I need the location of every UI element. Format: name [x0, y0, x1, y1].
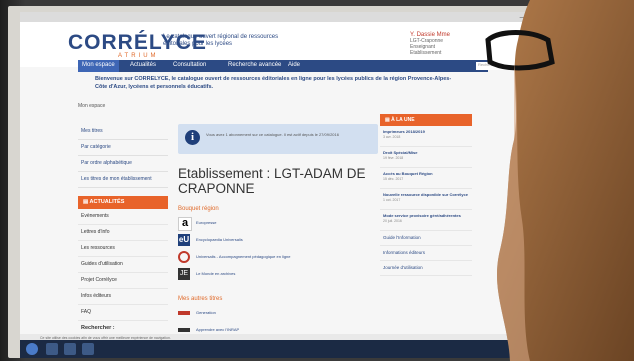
sidebar-search-label: Rechercher : — [81, 325, 115, 331]
news-title[interactable]: Nouvelle ressource disponible sur Corrél… — [383, 189, 472, 197]
nav-mon-espace[interactable]: Mon espace — [78, 60, 119, 72]
start-button-icon[interactable] — [26, 343, 38, 355]
resource-label[interactable]: Apprendre avec l'INRAP — [196, 327, 239, 332]
inrap-icon — [178, 328, 190, 332]
resource-item[interactable]: Generation — [178, 307, 378, 321]
sidebar-section-actualites: ▤ ACTUALITÉS — [78, 196, 168, 209]
site-tagline: Le catalogue ouvert régional de ressourc… — [163, 34, 279, 47]
resource-label[interactable]: Le Monde en archives — [196, 271, 235, 276]
main-nav: Mon espace Actualités Consultation Reche… — [78, 60, 538, 72]
sidebar-item-projet[interactable]: Projet Corrélyce — [78, 273, 168, 289]
resource-label[interactable]: Encyclopaedia Universalis — [196, 237, 243, 242]
sidebar-item-editeurs[interactable]: Infos éditeurs — [78, 289, 168, 305]
news-title[interactable]: Mode service provisoire géré/adhérentes — [383, 210, 472, 218]
right-link[interactable]: Guide l'Information — [380, 231, 472, 246]
resource-label[interactable]: Universalis - Accompagnement pédagogique… — [196, 254, 291, 259]
news-date: 15 déc. 2017 — [383, 177, 404, 181]
resource-item[interactable]: JE Le Monde en archives — [178, 268, 378, 282]
europresse-icon: a — [178, 217, 192, 231]
news-date: 20 juil. 2016 — [383, 219, 402, 223]
sidebar-item-lettres[interactable]: Lettres d'info — [78, 225, 168, 241]
news-item[interactable]: Nouvelle ressource disponible sur Corrél… — [380, 189, 472, 210]
le-monde-icon: JE — [178, 268, 190, 280]
nav-actualites[interactable]: Actualités — [130, 62, 156, 68]
resource-label[interactable]: Generation — [196, 310, 216, 315]
news-item[interactable]: Accès au Bouquet Région 15 déc. 2017 — [380, 168, 472, 189]
news-date: 1 oct. 2017 — [383, 198, 401, 202]
resource-item[interactable]: eU Encyclopaedia Universalis — [178, 234, 378, 248]
sidebar-item-alphabetique[interactable]: Par ordre alphabétique — [78, 156, 168, 172]
resource-item[interactable]: a Europresse — [178, 217, 378, 231]
sidebar-item-categorie[interactable]: Par catégorie — [78, 140, 168, 156]
breadcrumb[interactable]: Mon espace — [78, 103, 105, 109]
person-silhouette — [485, 0, 634, 361]
sidebar-item-evenements[interactable]: Evènements — [78, 209, 168, 225]
sidebar-item-mes-titres[interactable]: Mes titres — [78, 124, 168, 140]
news-item[interactable]: Mode service provisoire géré/adhérentes … — [380, 210, 472, 231]
right-link[interactable]: Informations éditeurs — [380, 246, 472, 261]
welcome-text: Bienvenue sur CORRELYCE, le catalogue ou… — [95, 76, 452, 90]
sidebar-item-faq[interactable]: FAQ — [78, 305, 168, 321]
bouquet-title: Bouquet région — [178, 206, 219, 212]
resource-label[interactable]: Europresse — [196, 220, 216, 225]
news-item[interactable]: Imprimeurs 2018/2019 3 avr. 2018 — [380, 126, 472, 147]
news-title[interactable]: Accès au Bouquet Région — [383, 168, 472, 176]
sidebar-item-etablissement[interactable]: Les titres de mon établissement — [78, 172, 168, 188]
a-la-une-header: ▤ À LA UNE — [380, 114, 472, 126]
nav-recherche-avancee[interactable]: Recherche avancée — [228, 62, 281, 68]
nav-consultation[interactable]: Consultation — [173, 62, 206, 68]
news-date: 3 avr. 2018 — [383, 135, 401, 139]
sidebar-item-ressources[interactable]: Les ressources — [78, 241, 168, 257]
right-column: ▤ À LA UNE Imprimeurs 2018/2019 3 avr. 2… — [380, 114, 472, 276]
right-link[interactable]: Journée d'utilisation — [380, 261, 472, 276]
news-title[interactable]: Imprimeurs 2018/2019 — [383, 126, 472, 134]
sidebar-item-guides[interactable]: Guides d'utilisation — [78, 257, 168, 273]
info-text: Vous avez 1 abonnement sur ce catalogue.… — [206, 132, 339, 137]
universalis-pedagogie-icon — [178, 251, 190, 263]
universalis-icon: eU — [178, 234, 190, 246]
sidebar-section-title: ACTUALITÉS — [89, 199, 125, 205]
page-title: Etablissement : LGT-ADAM DE CRAPONNE — [178, 166, 366, 196]
nav-aide[interactable]: Aide — [288, 62, 300, 68]
sidebar: Mes titres Par catégorie Par ordre alpha… — [78, 124, 168, 344]
site-logo-sub: ATRIUM — [118, 53, 159, 59]
info-icon: i — [185, 130, 200, 145]
taskbar-app-icon[interactable] — [82, 343, 94, 355]
taskbar-app-icon[interactable] — [46, 343, 58, 355]
news-item[interactable]: Droit Spécial/Mise 19 févr. 2018 — [380, 147, 472, 168]
content-area: Mes titres Par catégorie Par ordre alpha… — [78, 114, 488, 358]
news-title[interactable]: Droit Spécial/Mise — [383, 147, 472, 155]
news-date: 19 févr. 2018 — [383, 156, 404, 160]
generation-icon — [178, 311, 190, 315]
a-la-une-title: À LA UNE — [391, 117, 415, 123]
taskbar-app-icon[interactable] — [64, 343, 76, 355]
info-box: i Vous avez 1 abonnement sur ce catalogu… — [178, 124, 378, 154]
resource-item[interactable]: Universalis - Accompagnement pédagogique… — [178, 251, 378, 265]
autres-titres-title: Mes autres titres — [178, 296, 223, 302]
